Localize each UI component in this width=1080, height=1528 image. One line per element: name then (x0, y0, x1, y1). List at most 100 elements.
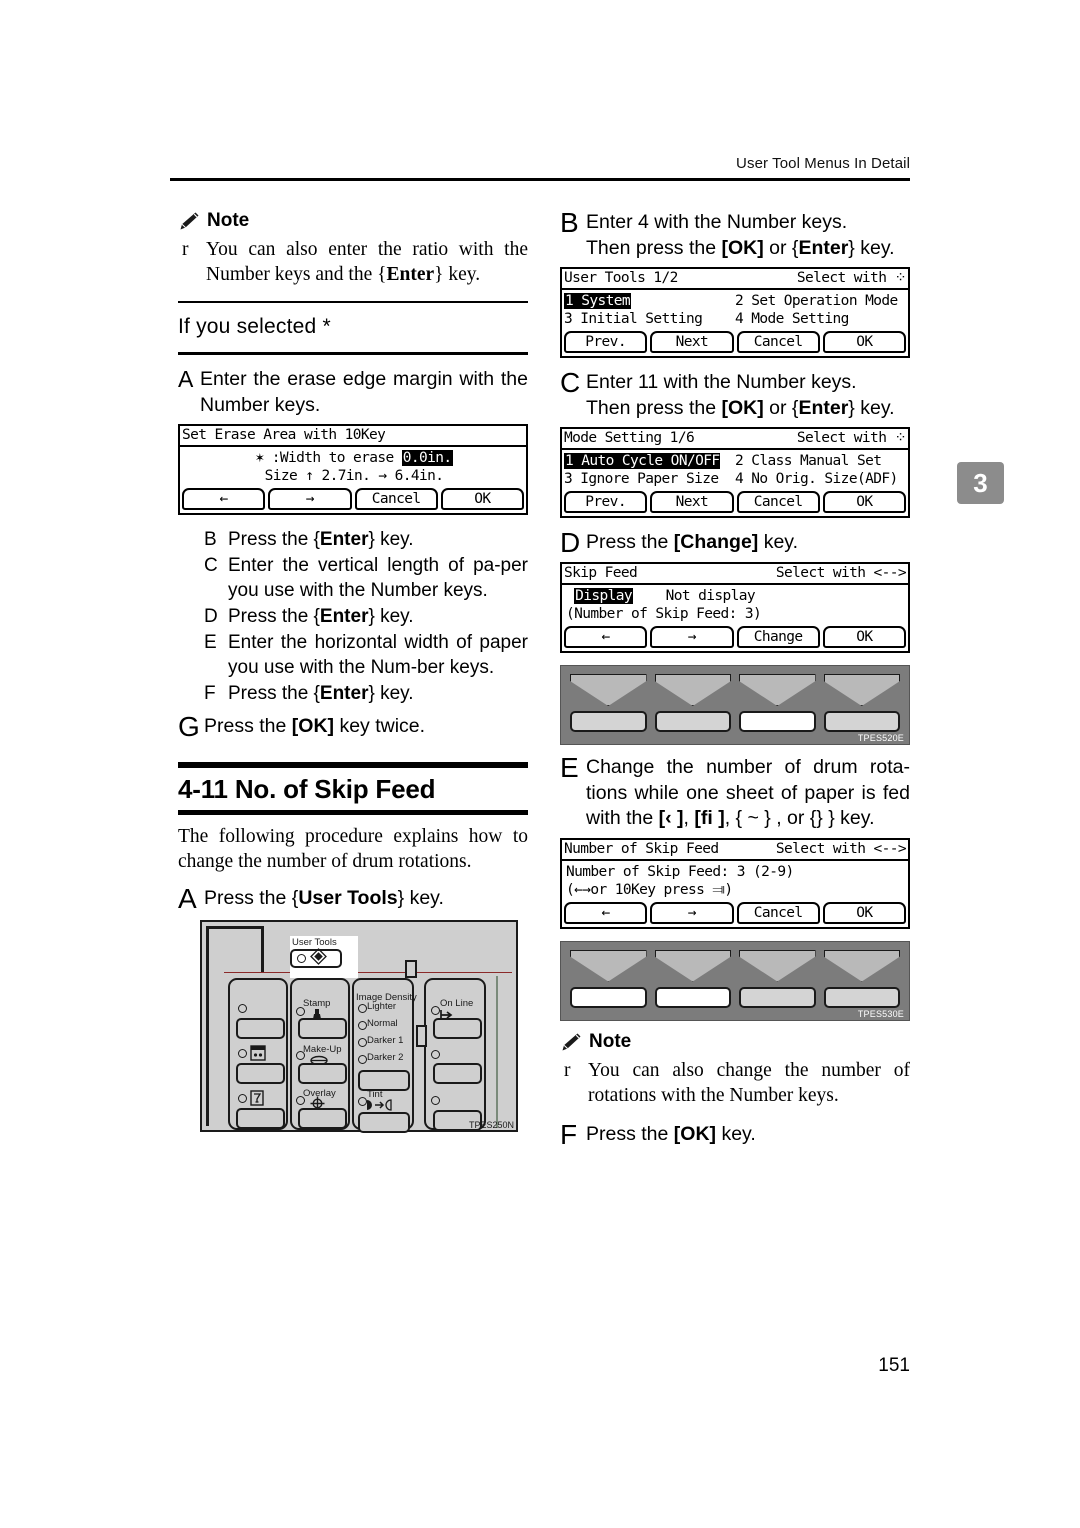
softkey-button-highlighted[interactable] (570, 986, 647, 1008)
lcd-set-erase-area: Set Erase Area with 10Key ✶ :Width to er… (178, 424, 528, 515)
lcd-option-row: Display Not display (564, 587, 906, 605)
step-text: Enter the vertical length of pa-per you … (228, 555, 528, 601)
lcd-button-left[interactable]: ← (182, 488, 266, 510)
lcd-menu-cell[interactable]: 2 Set Operation Mode (735, 292, 906, 310)
step-letter: F (204, 683, 216, 704)
lcd-button-ok[interactable]: OK (822, 626, 906, 648)
lcd-button-change[interactable]: Change (736, 626, 820, 648)
softkey-slot (739, 949, 816, 1008)
note-title: Note (207, 210, 250, 231)
softkey-slot (823, 674, 900, 732)
lcd-button-left[interactable]: ← (564, 626, 648, 648)
step-text: Enter the horizontal width of paper you … (228, 632, 528, 678)
lcd-button-cancel[interactable]: Cancel (736, 331, 820, 353)
panel-key[interactable] (433, 1063, 482, 1084)
panel-nub (405, 960, 417, 978)
step-letter: A (178, 366, 194, 392)
lcd-button-row: ← → Cancel OK (562, 900, 908, 927)
step-f: F Press the {Enter} key. (178, 681, 528, 706)
softkey-button[interactable] (823, 711, 900, 732)
step-g: G Press the [OK] key twice. (178, 713, 528, 741)
step-line-2: Then press the [OK] or {Enter} key. (586, 396, 895, 419)
lcd-body: ✶ :Width to erase 0.0in. Size ↑ 2.7in. →… (180, 447, 526, 486)
step-e: E Enter the horizontal width of paper yo… (178, 630, 528, 680)
lcd-button-cancel[interactable]: Cancel (736, 491, 820, 513)
led-icon (358, 1055, 367, 1064)
lcd-menu-cell[interactable]: 1 System (564, 292, 735, 310)
note-title: Note (589, 1030, 632, 1052)
lcd-menu-cell[interactable]: 3 Ignore Paper Size (564, 470, 735, 488)
lcd-user-tools: User Tools 1/2 Select with ⁘ 1 System 2 … (560, 267, 910, 358)
lcd-button-ok[interactable]: OK (822, 901, 906, 924)
lcd-title-bar: Skip Feed Select with <--> (562, 564, 908, 585)
softkey-slot (654, 949, 731, 1008)
lcd-menu-cell[interactable]: 3 Initial Setting (564, 310, 735, 328)
lcd-button-left[interactable]: ← (564, 901, 648, 924)
lcd-option-other[interactable]: Not display (666, 588, 756, 604)
softkey-button[interactable] (823, 986, 900, 1008)
lcd-body: 1 Auto Cycle ON/OFF 2 Class Manual Set 3… (562, 450, 908, 489)
lcd-menu-cell[interactable]: 2 Class Manual Set (735, 452, 906, 470)
lcd-menu-cell[interactable]: 4 No Orig. Size(ADF) (735, 470, 906, 488)
lcd-button-cancel[interactable]: Cancel (736, 901, 820, 924)
softkey-button[interactable] (654, 711, 731, 732)
step-text: Press the {Enter} key. (228, 683, 414, 704)
step-letter: B (204, 529, 217, 550)
panel-key[interactable] (298, 1108, 347, 1129)
lcd-mode-setting: Mode Setting 1/6 Select with ⁘ 1 Auto Cy… (560, 427, 910, 518)
lcd-button-right[interactable]: → (650, 626, 734, 648)
panel-key[interactable] (298, 1018, 347, 1039)
step-letter: C (204, 555, 218, 576)
lcd-menu-cell[interactable]: 4 Mode Setting (735, 310, 906, 328)
panel-key[interactable] (358, 1070, 410, 1091)
lcd-button-prev[interactable]: Prev. (564, 491, 648, 513)
led-icon (297, 954, 306, 963)
figure-code: TPES250N (468, 1120, 514, 1130)
lcd-title-right: Select with ⁘ (796, 270, 906, 286)
lcd-title-bar: Mode Setting 1/6 Select with ⁘ (562, 429, 908, 450)
softkey-button-highlighted[interactable] (739, 711, 816, 732)
section-title: 4-11 No. of Skip Feed (178, 774, 436, 804)
pencil-icon (178, 211, 200, 231)
lcd-button-next[interactable]: Next (650, 491, 734, 513)
user-tools-key[interactable] (290, 947, 342, 968)
lcd-button-right[interactable]: → (650, 901, 734, 924)
lighter-label: Lighter (367, 1001, 397, 1012)
lcd-option-selected[interactable]: Display (574, 588, 634, 604)
led-icon (238, 1004, 247, 1013)
led-icon (358, 1021, 367, 1030)
lcd-button-ok[interactable]: OK (822, 331, 906, 353)
note-text: You can also change the number of rotati… (588, 1059, 910, 1106)
lcd-button-ok[interactable]: OK (440, 488, 524, 510)
step-line-2: Then press the [OK] or {Enter} key. (586, 236, 895, 259)
lcd-title-bar: Number of Skip Feed Select with <--> (562, 840, 908, 861)
lcd-button-prev[interactable]: Prev. (564, 331, 648, 353)
panel-key[interactable] (433, 1018, 482, 1039)
lcd-button-cancel[interactable]: Cancel (354, 488, 438, 510)
lcd-button-right[interactable]: → (268, 488, 352, 510)
panel-key[interactable] (358, 1112, 410, 1133)
step-letter: F (560, 1118, 578, 1150)
step-c: C Enter the vertical length of pa-per yo… (178, 553, 528, 603)
softkey-button[interactable] (739, 986, 816, 1008)
panel-key[interactable] (298, 1063, 347, 1084)
panel-key[interactable] (236, 1018, 285, 1039)
chevron-down-icon (823, 949, 900, 982)
note-text: You can also enter the ratio with the Nu… (206, 239, 528, 285)
softkey-button-highlighted[interactable] (654, 986, 731, 1008)
softkey-button[interactable] (570, 711, 647, 732)
lcd-title-bar: Set Erase Area with 10Key (180, 426, 526, 447)
lcd-menu-cell[interactable]: 1 Auto Cycle ON/OFF (564, 452, 735, 470)
note-bullet: r (182, 239, 189, 260)
lcd-body: Display Not display (Number of Skip Feed… (562, 585, 908, 624)
lcd-value-row: Number of Skip Feed: 3 (2-9) (566, 863, 794, 880)
panel-edge-line (261, 926, 264, 972)
panel-key[interactable] (236, 1063, 285, 1084)
chevron-down-icon (570, 674, 647, 706)
divider (178, 301, 528, 303)
note-heading: Note (560, 1031, 910, 1053)
panel-key[interactable] (236, 1108, 285, 1129)
lcd-button-ok[interactable]: OK (822, 491, 906, 513)
header-rule (170, 178, 910, 181)
lcd-button-next[interactable]: Next (650, 331, 734, 353)
